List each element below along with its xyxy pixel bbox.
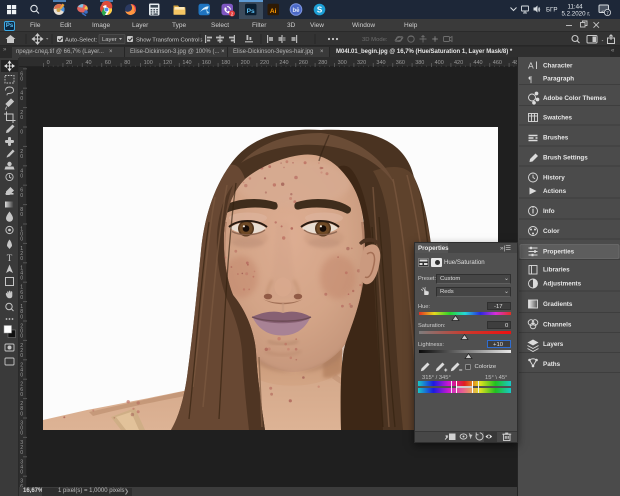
svg-text:360: 360 xyxy=(396,60,405,66)
svg-text:0: 0 xyxy=(20,450,23,456)
svg-text:0: 0 xyxy=(20,237,23,243)
svg-text:5.2.2020 г.: 5.2.2020 г. xyxy=(561,11,590,18)
svg-text:40: 40 xyxy=(85,60,91,66)
svg-text:0: 0 xyxy=(20,173,23,179)
svg-text:0: 0 xyxy=(20,76,23,82)
svg-text:280: 280 xyxy=(318,60,327,66)
svg-text:0: 0 xyxy=(20,411,23,417)
svg-text:Libraries: Libraries xyxy=(543,267,570,274)
svg-text:420: 420 xyxy=(454,60,463,66)
svg-text:Show Transform Controls: Show Transform Controls xyxy=(136,37,203,43)
svg-text:0: 0 xyxy=(20,373,23,379)
svg-text:Ai: Ai xyxy=(270,8,277,15)
svg-text:Adjustments: Adjustments xyxy=(543,281,582,288)
svg-text:0: 0 xyxy=(20,276,23,282)
svg-text:0: 0 xyxy=(20,392,23,398)
svg-text:Brush Settings: Brush Settings xyxy=(543,155,588,162)
svg-text:bē: bē xyxy=(292,8,300,14)
svg-text:0: 0 xyxy=(20,431,23,437)
svg-text:140: 140 xyxy=(182,60,191,66)
svg-text:Brushes: Brushes xyxy=(543,135,569,142)
svg-text:320: 320 xyxy=(357,60,366,66)
svg-text:380: 380 xyxy=(415,60,424,66)
svg-text:¶: ¶ xyxy=(529,75,533,84)
svg-text:Adobe Color Themes: Adobe Color Themes xyxy=(543,95,607,102)
svg-text:100: 100 xyxy=(144,60,153,66)
svg-text:0: 0 xyxy=(20,96,23,102)
svg-text:460: 460 xyxy=(493,60,502,66)
svg-text:260: 260 xyxy=(299,60,308,66)
svg-text:240: 240 xyxy=(279,60,288,66)
svg-text:Actions: Actions xyxy=(543,188,567,195)
svg-text:200: 200 xyxy=(241,60,250,66)
svg-text:Swatches: Swatches xyxy=(543,115,573,122)
svg-text:0: 0 xyxy=(20,212,23,218)
svg-text:Paragraph: Paragraph xyxy=(543,76,574,83)
svg-text:A: A xyxy=(528,61,534,71)
svg-text:80: 80 xyxy=(124,60,130,66)
svg-text:11:44: 11:44 xyxy=(567,3,583,10)
svg-text:Layers: Layers xyxy=(543,341,564,348)
svg-text:0: 0 xyxy=(20,353,23,359)
svg-text:0: 0 xyxy=(20,193,23,199)
svg-text:160: 160 xyxy=(202,60,211,66)
svg-text:3D Mode:: 3D Mode: xyxy=(362,37,388,43)
svg-text:Layer: Layer xyxy=(102,37,117,43)
svg-text:0: 0 xyxy=(20,256,23,262)
svg-text:History: History xyxy=(543,175,565,182)
svg-text:440: 440 xyxy=(473,60,482,66)
svg-text:Channels: Channels xyxy=(543,322,572,329)
svg-text:20: 20 xyxy=(66,60,72,66)
svg-text:Ps: Ps xyxy=(247,8,255,15)
svg-text:7: 7 xyxy=(606,11,609,17)
svg-text:0: 0 xyxy=(20,334,23,340)
svg-text:0: 0 xyxy=(47,60,50,66)
svg-text:180: 180 xyxy=(221,60,230,66)
svg-text:T: T xyxy=(7,253,13,263)
svg-text:0: 0 xyxy=(20,314,23,320)
svg-text:0: 0 xyxy=(20,130,23,136)
svg-text:340: 340 xyxy=(376,60,385,66)
svg-text:0: 0 xyxy=(20,295,23,301)
svg-text:300: 300 xyxy=(338,60,347,66)
svg-text:60: 60 xyxy=(105,60,111,66)
svg-text:Info: Info xyxy=(543,208,555,215)
svg-text:220: 220 xyxy=(260,60,269,66)
svg-text:Auto-Select:: Auto-Select: xyxy=(65,37,97,43)
svg-text:БГР: БГР xyxy=(546,7,558,14)
svg-text:S: S xyxy=(317,5,323,14)
svg-text:Color: Color xyxy=(543,228,560,235)
svg-text:120: 120 xyxy=(163,60,172,66)
svg-text:Properties: Properties xyxy=(543,249,575,256)
svg-text:0: 0 xyxy=(20,154,23,160)
svg-text:0: 0 xyxy=(20,115,23,121)
svg-text:Paths: Paths xyxy=(543,361,561,368)
svg-text:0: 0 xyxy=(20,470,23,476)
svg-text:2: 2 xyxy=(231,11,234,16)
svg-text:Gradients: Gradients xyxy=(543,301,573,308)
svg-text:400: 400 xyxy=(435,60,444,66)
svg-text:Character: Character xyxy=(543,63,573,70)
